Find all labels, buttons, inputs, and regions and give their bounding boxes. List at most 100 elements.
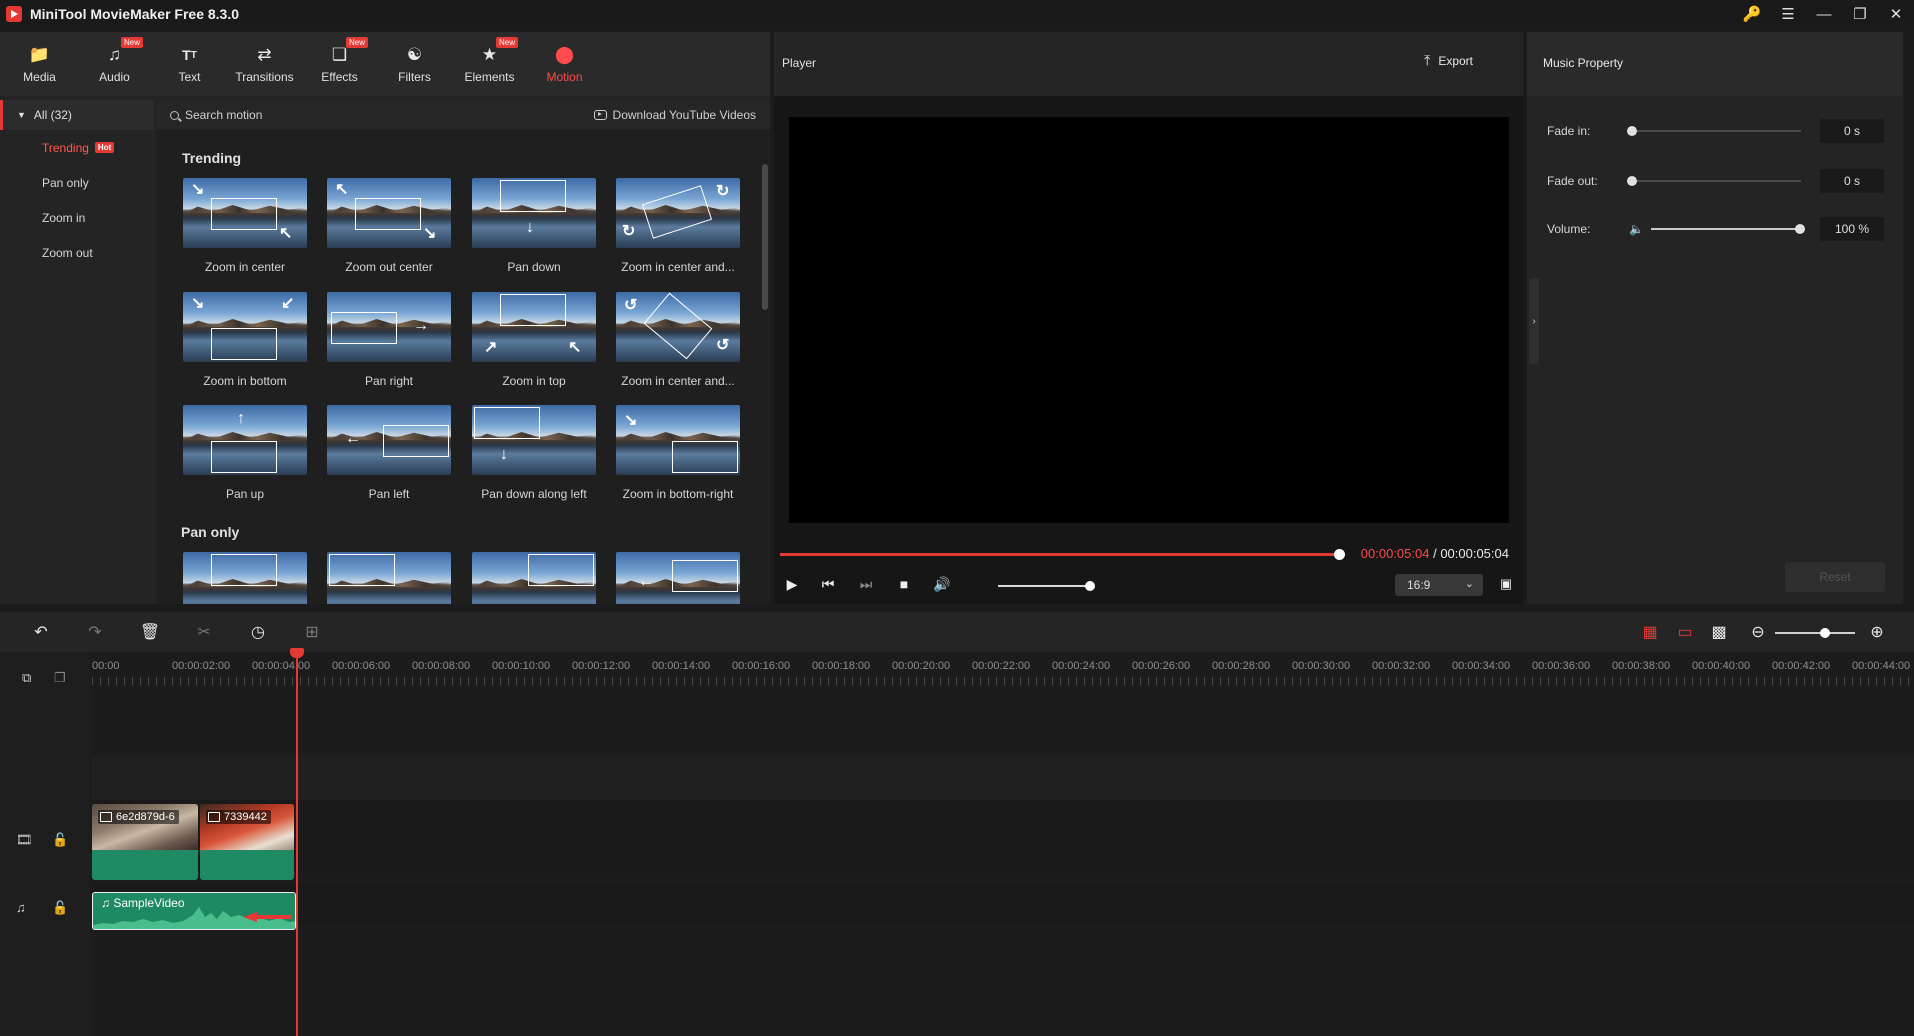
crop-button[interactable]: ⊞ xyxy=(301,622,323,642)
fullscreen-button[interactable]: ▣ xyxy=(1496,574,1516,594)
property-header: Music Property xyxy=(1527,32,1903,96)
fade-out-knob[interactable] xyxy=(1627,176,1637,186)
menu-icon[interactable]: ☰ xyxy=(1770,0,1806,28)
motion-item[interactable]: ↺ ↺ Zoom in center and... xyxy=(616,292,740,392)
volume-slider[interactable] xyxy=(998,581,1095,591)
stop-icon: ■ xyxy=(899,576,909,592)
volume-level-slider[interactable] xyxy=(1651,224,1805,234)
audio-track xyxy=(92,884,1914,924)
tab-transitions[interactable]: ⇄ Transitions xyxy=(227,32,302,96)
new-badge: New xyxy=(496,37,519,48)
motion-item[interactable]: ↓ Pan down xyxy=(472,178,596,278)
search-input[interactable]: Search motion xyxy=(185,108,262,122)
motion-item[interactable] xyxy=(183,552,307,604)
library-scrollbar[interactable] xyxy=(762,164,768,310)
motion-thumbnail: ↘ ↙ xyxy=(183,292,307,362)
maximize-icon[interactable]: ❐ xyxy=(1842,0,1878,28)
motion-item[interactable]: → Pan right xyxy=(327,292,451,392)
tab-text[interactable]: TT Text xyxy=(152,32,227,96)
split-button[interactable]: ✂ xyxy=(193,622,215,642)
audio-clip[interactable]: ♫ SampleVideo xyxy=(92,892,296,930)
motion-item[interactable]: ↗ ↖ Zoom in top xyxy=(472,292,596,392)
lock-icon[interactable]: 🔓 xyxy=(52,900,68,916)
fade-in-knob[interactable] xyxy=(1627,126,1637,136)
zoom-knob[interactable] xyxy=(1819,628,1830,638)
volume-level-knob[interactable] xyxy=(1795,224,1805,234)
download-youtube-button[interactable]: Download YouTube Videos xyxy=(593,108,756,122)
aspect-ratio-select[interactable]: 16:9 ⌄ xyxy=(1395,574,1483,596)
playhead-handle[interactable] xyxy=(290,648,304,658)
zoom-out-button[interactable]: ⊖ xyxy=(1747,622,1769,642)
motion-item[interactable]: ← xyxy=(616,552,740,604)
minimize-icon[interactable]: — xyxy=(1806,0,1842,28)
motion-item[interactable]: ↘ ↖ Zoom in center xyxy=(183,178,307,278)
video-clip[interactable]: 6e2d879d-6 xyxy=(92,804,198,880)
category-trending[interactable]: Trending Hot xyxy=(0,130,154,165)
stop-button[interactable]: ■ xyxy=(894,574,914,594)
speaker-icon: 🔈 xyxy=(1629,222,1644,236)
volume-input[interactable]: 100 % xyxy=(1820,217,1884,241)
export-button[interactable]: ⤒ Export xyxy=(1424,52,1473,69)
audio-clip-name: ♫ SampleVideo xyxy=(101,896,185,910)
undo-button[interactable]: ↶ xyxy=(30,622,52,642)
fade-out-input[interactable]: 0 s xyxy=(1820,169,1884,193)
close-icon[interactable]: ✕ xyxy=(1878,0,1914,28)
category-zoom-out[interactable]: Zoom out xyxy=(0,235,154,270)
category-all[interactable]: ▼ All (32) xyxy=(0,100,154,130)
motion-item[interactable]: ↘ ↙ Zoom in bottom xyxy=(183,292,307,392)
volume-button[interactable]: 🔊 xyxy=(932,574,952,594)
video-clip[interactable]: 7339442 xyxy=(200,804,294,880)
play-button[interactable]: ▶ xyxy=(782,574,802,594)
category-pan-only[interactable]: Pan only xyxy=(0,165,154,200)
previous-frame-button[interactable]: ⏮ xyxy=(818,574,838,594)
playhead[interactable] xyxy=(290,648,304,1036)
playback-progress-bar[interactable] xyxy=(780,549,1345,560)
motion-item[interactable] xyxy=(327,552,451,604)
motion-label: Pan down xyxy=(507,260,561,274)
next-frame-button[interactable]: ⏭ xyxy=(856,574,876,594)
activate-key-icon[interactable]: 🔑 xyxy=(1734,0,1770,28)
audio-mixer-button[interactable]: ▩ xyxy=(1708,622,1730,642)
lock-icon[interactable]: 🔓 xyxy=(52,832,68,848)
timeline-zoom-slider[interactable] xyxy=(1775,628,1855,638)
motion-item[interactable]: ↘ Zoom in bottom-right xyxy=(616,405,740,505)
video-preview[interactable] xyxy=(789,117,1509,523)
progress-knob[interactable] xyxy=(1334,549,1345,560)
ruler-tick-label: 00:00:36:00 xyxy=(1532,660,1591,672)
tab-media[interactable]: 📁 Media xyxy=(2,32,77,96)
motion-thumbnail: ↻ ↻ xyxy=(616,178,740,248)
tab-effects[interactable]: ❏ Effects New xyxy=(302,32,377,96)
fade-out-label: Fade out: xyxy=(1547,174,1598,188)
delete-button[interactable]: 🗑 xyxy=(139,622,161,642)
copy-track-icon[interactable]: ❐ xyxy=(54,670,66,686)
tab-elements[interactable]: ★ Elements New xyxy=(452,32,527,96)
motion-item[interactable]: ↖ ↘ Zoom out center xyxy=(327,178,451,278)
motion-item[interactable]: ↓ Pan down along left xyxy=(472,405,596,505)
tab-filters[interactable]: ☯ Filters xyxy=(377,32,452,96)
tab-motion[interactable]: ⬤ Motion xyxy=(527,32,602,96)
motion-item[interactable] xyxy=(472,552,596,604)
collapse-panel-toggle[interactable]: › xyxy=(1529,278,1539,364)
motion-item[interactable]: ↻ ↻ Zoom in center and... xyxy=(616,178,740,278)
fit-timeline-button[interactable]: ▦ xyxy=(1639,622,1661,642)
ruler-tick-label: 00:00:44:00 xyxy=(1852,660,1911,672)
youtube-icon xyxy=(593,110,607,120)
category-zoom-in[interactable]: Zoom in xyxy=(0,200,154,235)
volume-knob[interactable] xyxy=(1085,581,1095,591)
motion-item[interactable]: ← Pan left xyxy=(327,405,451,505)
time-ruler[interactable]: 00:00 00:00:02:00 00:00:04:00 00:00:06:00 00… xyxy=(92,652,1914,692)
add-track-icon[interactable]: ⧉ xyxy=(22,670,31,686)
speed-button[interactable]: ◷ xyxy=(247,622,269,642)
snap-icon: ▭ xyxy=(1677,624,1693,641)
redo-button[interactable]: ↷ xyxy=(84,622,106,642)
ruler-tick-label: 00:00:10:00 xyxy=(492,660,551,672)
motion-item[interactable]: ↑ Pan up xyxy=(183,405,307,505)
fade-in-slider[interactable] xyxy=(1627,126,1801,136)
fade-out-slider[interactable] xyxy=(1627,176,1801,186)
zoom-in-button[interactable]: ⊕ xyxy=(1866,622,1888,642)
snap-button[interactable]: ▭ xyxy=(1674,622,1696,642)
motion-thumbnail: ↗ ↖ xyxy=(472,292,596,362)
fade-in-input[interactable]: 0 s xyxy=(1820,119,1884,143)
reset-button[interactable]: Reset xyxy=(1785,562,1885,592)
tab-audio[interactable]: ♫ Audio New xyxy=(77,32,152,96)
